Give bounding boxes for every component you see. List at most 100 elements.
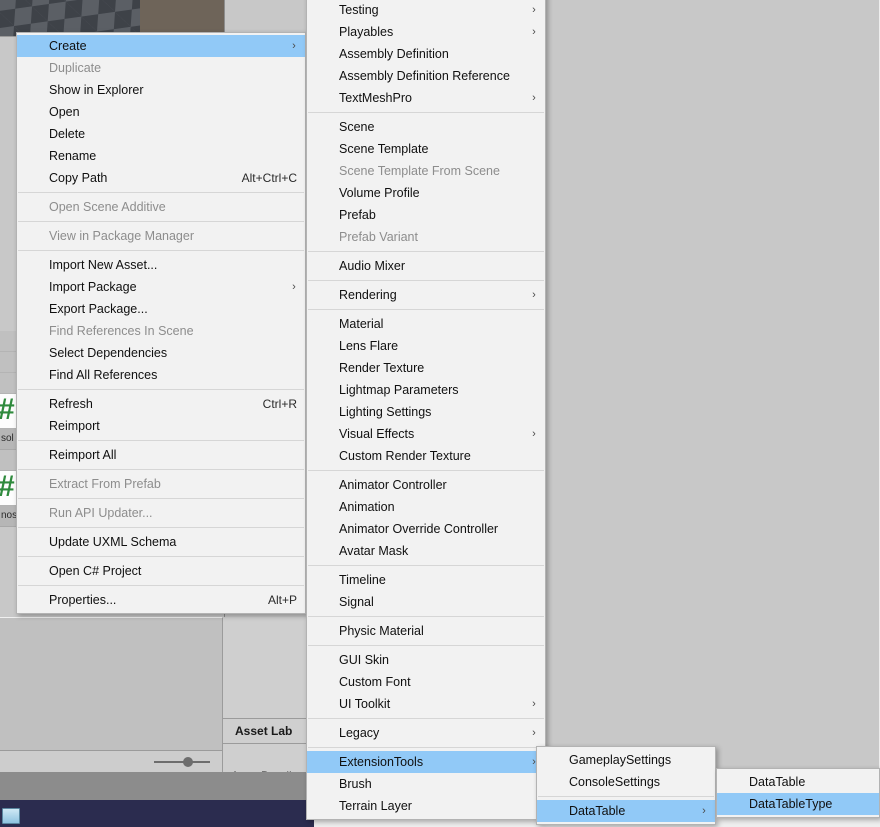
extension-tools-submenu[interactable]: GameplaySettings ConsoleSettings DataTable… [536,746,716,825]
menu-separator [18,250,304,251]
menu-item-lightmap-parameters[interactable]: Lightmap Parameters [307,379,545,401]
menu-item-brush[interactable]: Brush [307,773,545,795]
menu-item-datatabletype[interactable]: DataTableType [717,793,879,815]
menu-item-terrain-layer[interactable]: Terrain Layer [307,795,545,817]
menu-item-shortcut: Alt+P [267,593,297,607]
menu-item-import-package[interactable]: Import Package › [17,276,305,298]
menu-item-lighting-settings[interactable]: Lighting Settings [307,401,545,423]
menu-item-label: Volume Profile [339,186,420,200]
menu-item-label: Animation [339,500,395,514]
menu-separator [308,251,544,252]
asset-labels-header: Asset Lab [223,718,314,744]
menu-item-reimport-all[interactable]: Reimport All [17,444,305,466]
menu-item-select-dependencies[interactable]: Select Dependencies [17,342,305,364]
menu-item-custom-font[interactable]: Custom Font [307,671,545,693]
menu-item-label: View in Package Manager [49,229,194,243]
datatable-submenu[interactable]: DataTable DataTableType [716,768,880,818]
menu-item-physic-material[interactable]: Physic Material [307,620,545,642]
menu-item-custom-render-texture[interactable]: Custom Render Texture [307,445,545,467]
menu-item-scene[interactable]: Scene [307,116,545,138]
preview-zoom-knob[interactable] [183,757,193,767]
menu-item-label: Rename [49,149,97,163]
menu-item-avatar-mask[interactable]: Avatar Mask [307,540,545,562]
menu-item-signal[interactable]: Signal [307,591,545,613]
scene-view[interactable] [0,0,224,36]
menu-item-gui-skin[interactable]: GUI Skin [307,649,545,671]
os-taskbar[interactable] [0,800,314,827]
chevron-right-icon: › [702,805,706,817]
menu-item-playables[interactable]: Playables › [307,21,545,43]
menu-item-gameplaysettings[interactable]: GameplaySettings [537,749,715,771]
menu-item-ui-toolkit[interactable]: UI Toolkit › [307,693,545,715]
menu-item-textmeshpro[interactable]: TextMeshPro › [307,87,545,109]
menu-item-label: GUI Skin [339,653,390,667]
menu-item-label: Custom Render Texture [339,449,471,463]
menu-item-export-package[interactable]: Export Package... [17,298,305,320]
menu-item-animation[interactable]: Animation [307,496,545,518]
menu-item-copy-path[interactable]: Copy Path Alt+Ctrl+C [17,167,305,189]
menu-item-update-uxml-schema[interactable]: Update UXML Schema [17,531,305,553]
preview-footer [0,750,222,773]
menu-item-label: Create [49,39,87,53]
menu-item-import-new-asset[interactable]: Import New Asset... [17,254,305,276]
menu-item-label: DataTable [749,775,806,789]
menu-item-open[interactable]: Open [17,101,305,123]
menu-item-lens-flare[interactable]: Lens Flare [307,335,545,357]
menu-item-audio-mixer[interactable]: Audio Mixer [307,255,545,277]
menu-item-label: Prefab [339,208,376,222]
preview-zoom-slider[interactable] [154,761,210,763]
menu-item-delete[interactable]: Delete [17,123,305,145]
menu-item-create[interactable]: Create › [17,35,305,57]
menu-item-animator-controller[interactable]: Animator Controller [307,474,545,496]
menu-item-shortcut: Ctrl+R [262,397,297,411]
menu-separator [308,565,544,566]
menu-item-find-all-references[interactable]: Find All References [17,364,305,386]
menu-item-legacy[interactable]: Legacy › [307,722,545,744]
menu-item-visual-effects[interactable]: Visual Effects › [307,423,545,445]
menu-separator [18,556,304,557]
menu-item-prefab-variant: Prefab Variant [307,226,545,248]
menu-item-consolesettings[interactable]: ConsoleSettings [537,771,715,793]
menu-item-animator-override-controller[interactable]: Animator Override Controller [307,518,545,540]
menu-item-label: Assembly Definition [339,47,449,61]
menu-item-volume-profile[interactable]: Volume Profile [307,182,545,204]
menu-item-label: Scene [339,120,375,134]
menu-item-label: DataTable [569,804,626,818]
menu-item-label: Custom Font [339,675,411,689]
menu-item-label: Lightmap Parameters [339,383,459,397]
menu-item-properties[interactable]: Properties... Alt+P [17,589,305,611]
menu-item-datatable[interactable]: DataTable [717,771,879,793]
menu-item-label: Lighting Settings [339,405,432,419]
menu-item-assembly-definition[interactable]: Assembly Definition [307,43,545,65]
menu-item-rename[interactable]: Rename [17,145,305,167]
menu-item-material[interactable]: Material [307,313,545,335]
asset-context-menu[interactable]: Create › Duplicate Show in Explorer Open Dele… [16,32,306,614]
menu-item-label: ExtensionTools [339,755,424,769]
menu-item-label: Update UXML Schema [49,535,177,549]
taskbar-app-icon[interactable] [2,808,20,824]
menu-item-show-in-explorer[interactable]: Show in Explorer [17,79,305,101]
menu-item-assembly-definition-reference[interactable]: Assembly Definition Reference [307,65,545,87]
menu-item-label: Select Dependencies [49,346,168,360]
menu-item-datatable[interactable]: DataTable › [537,800,715,822]
menu-item-rendering[interactable]: Rendering › [307,284,545,306]
menu-item-testing[interactable]: Testing › [307,0,545,21]
menu-item-timeline[interactable]: Timeline [307,569,545,591]
menu-item-reimport[interactable]: Reimport [17,415,305,437]
menu-item-scene-template[interactable]: Scene Template [307,138,545,160]
menu-item-label: Run API Updater... [49,506,153,520]
menu-item-label: Material [339,317,384,331]
menu-item-label: Extract From Prefab [49,477,161,491]
menu-item-render-texture[interactable]: Render Texture [307,357,545,379]
menu-item-label: UI Toolkit [339,697,391,711]
menu-item-refresh[interactable]: Refresh Ctrl+R [17,393,305,415]
menu-item-open-scene-additive: Open Scene Additive [17,196,305,218]
editor-status-bar [0,772,314,800]
menu-separator [308,470,544,471]
inspector-pane: Asset Lab AssetBundl [223,617,315,783]
menu-item-label: Open Scene Additive [49,200,166,214]
menu-item-prefab[interactable]: Prefab [307,204,545,226]
menu-item-open-c-project[interactable]: Open C# Project [17,560,305,582]
create-submenu[interactable]: Testing › Playables › Assembly Definition Ass… [306,0,546,820]
menu-item-extensiontools[interactable]: ExtensionTools › [307,751,545,773]
